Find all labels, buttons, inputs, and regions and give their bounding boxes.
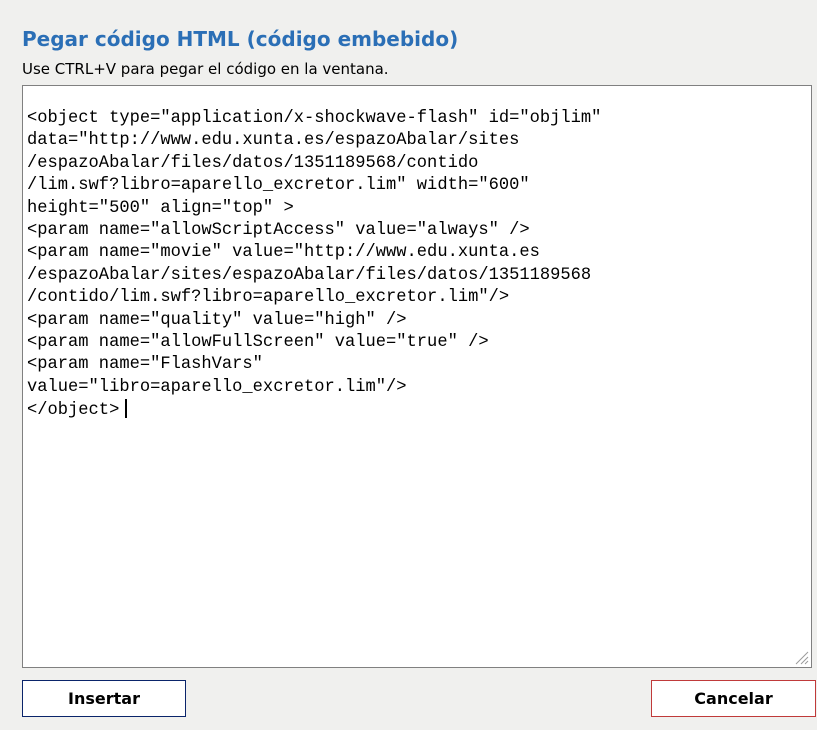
resize-grip-icon[interactable] — [793, 649, 809, 665]
cancel-button[interactable]: Cancelar — [651, 680, 816, 717]
embed-code-text: <object type="application/x-shockwave-fl… — [27, 109, 602, 421]
insert-button[interactable]: Insertar — [22, 680, 186, 717]
paste-html-dialog: Pegar código HTML (código embebido) Use … — [0, 0, 817, 730]
dialog-instructions: Use CTRL+V para pegar el código en la ve… — [22, 60, 389, 78]
text-caret — [125, 399, 128, 419]
embed-code-textarea[interactable]: <object type="application/x-shockwave-fl… — [22, 85, 812, 668]
dialog-title: Pegar código HTML (código embebido) — [22, 27, 459, 51]
